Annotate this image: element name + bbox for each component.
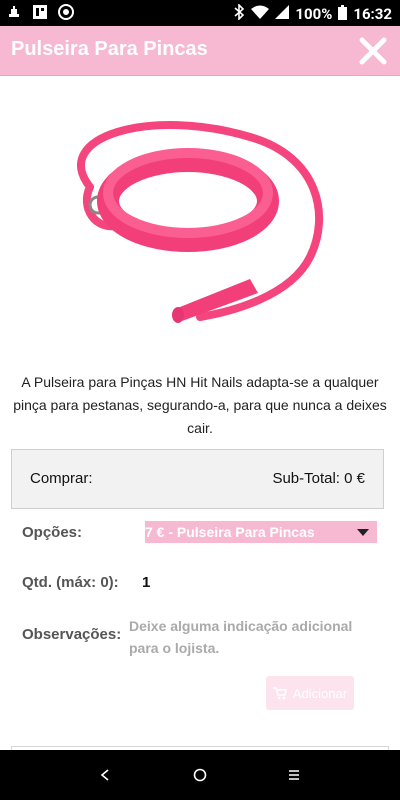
product-content: A Pulseira para Pinças HN Hit Nails adap… [0,75,400,750]
status-right: 100% 16:32 [233,3,392,24]
quantity-label: Qtd. (máx: 0): [22,574,119,591]
home-button[interactable] [188,763,212,787]
back-icon [100,769,109,781]
home-icon [193,768,207,782]
notes-label: Observações: [22,626,122,643]
buy-summary: Comprar: Sub-Total: 0 € [11,449,384,509]
clock: 16:32 [353,5,392,23]
app-header: Pulseira Para Pincas [0,26,400,76]
options-select[interactable]: 7 € - Pulseira Para Pincas [145,521,377,543]
cart-icon [272,686,287,699]
dropdown-arrow-icon [357,529,369,536]
whatsapp-icon [58,4,74,20]
options-label: Opções: [22,524,83,541]
wifi-icon [251,5,270,23]
product-description: A Pulseira para Pinças HN Hit Nails adap… [13,374,387,436]
close-button[interactable] [356,34,390,68]
system-nav-bar [0,750,400,800]
back-button[interactable] [93,763,117,787]
recents-button[interactable] [282,763,306,787]
subtotal: Sub-Total: 0 € [272,470,365,487]
battery-icon [338,4,348,24]
app-icon [32,4,48,20]
status-bar: 100% 16:32 [0,0,400,26]
product-image [77,121,324,323]
add-button[interactable]: Adicionar [266,676,354,710]
bluetooth-icon [233,3,245,24]
signal-icon [275,5,290,23]
add-button-label: Adicionar [292,685,348,701]
buy-label: Comprar: [30,470,93,487]
notes-field[interactable] [129,615,379,663]
recents-icon [289,770,299,780]
page-title: Pulseira Para Pincas [11,38,208,60]
battery-percent: 100% [295,5,333,23]
status-left-icons [6,4,74,20]
notification-icon [6,4,22,20]
options-selected-value: 7 € - Pulseira Para Pincas [145,524,315,540]
quantity-value[interactable]: 1 [142,574,150,591]
close-icon [359,37,387,65]
